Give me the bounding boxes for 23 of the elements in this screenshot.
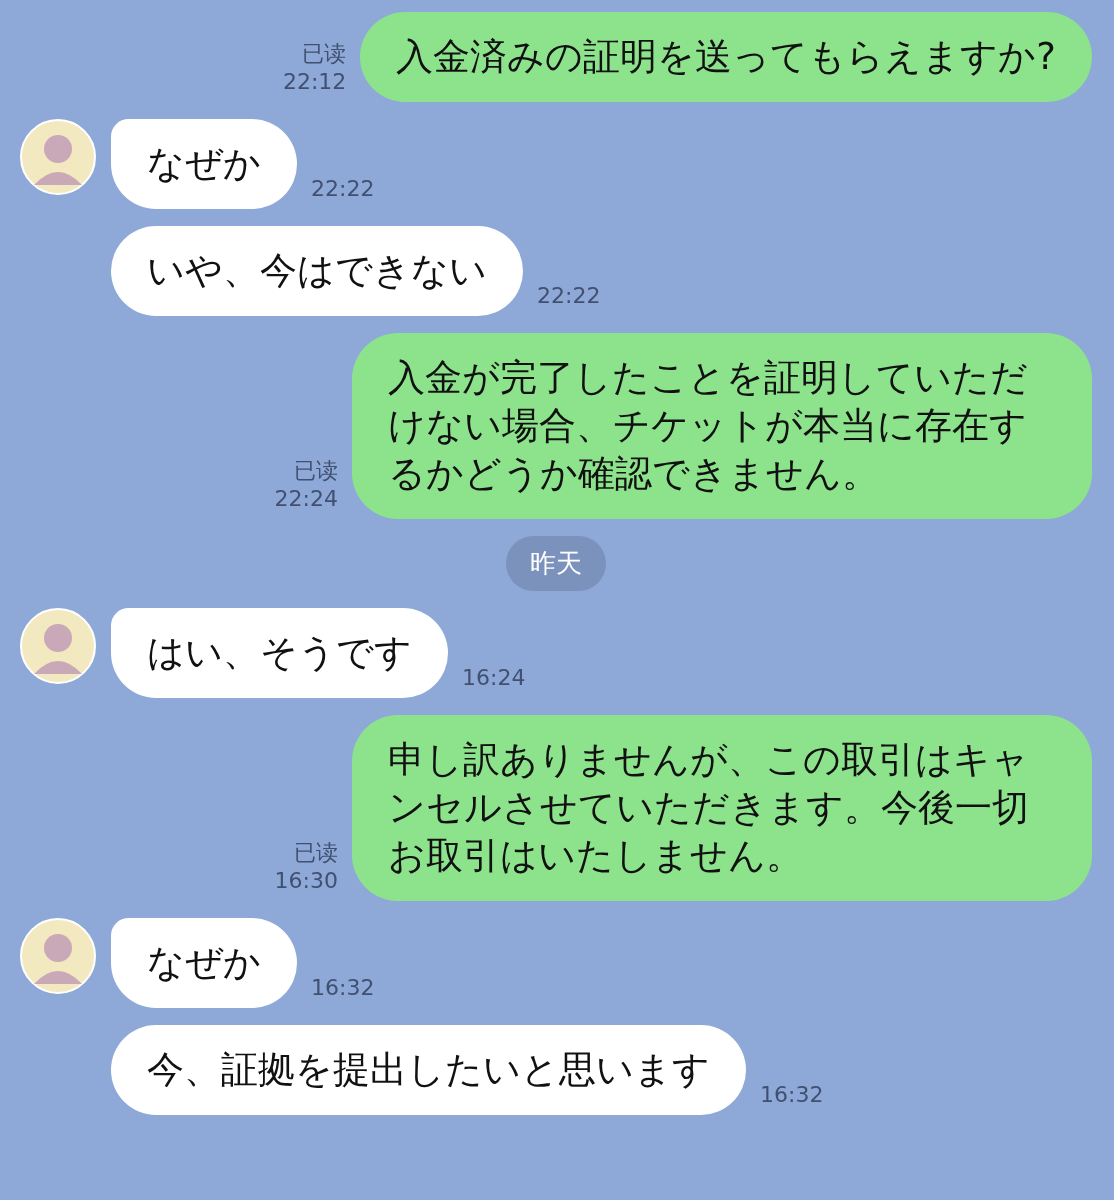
read-receipt: 已读 bbox=[294, 457, 338, 485]
message-time: 22:24 bbox=[274, 485, 338, 513]
message-bubble: いや、今はできない bbox=[111, 226, 523, 316]
message-time: 22:22 bbox=[537, 282, 601, 310]
avatar-icon[interactable] bbox=[20, 918, 96, 994]
message-bubble: 今、証拠を提出したいと思います bbox=[111, 1025, 746, 1115]
message-bubble: 入金済みの証明を送ってもらえますか? bbox=[360, 12, 1092, 102]
message-time: 16:32 bbox=[311, 974, 375, 1002]
message-time: 16:32 bbox=[760, 1081, 824, 1109]
message-bubble: 入金が完了したことを証明していただけない場合、チケットが本当に存在するかどうか確認できません。 bbox=[352, 333, 1092, 519]
message-time: 16:30 bbox=[274, 867, 338, 895]
message-bubble: はい、そうです bbox=[111, 608, 448, 698]
avatar-icon[interactable] bbox=[20, 119, 96, 195]
message-bubble: なぜか bbox=[111, 918, 297, 1008]
message-time: 16:24 bbox=[462, 664, 526, 692]
message-bubble: なぜか bbox=[111, 119, 297, 209]
read-receipt: 已读 bbox=[294, 839, 338, 867]
date-separator: 昨天 bbox=[506, 536, 606, 591]
message-time: 22:22 bbox=[311, 175, 375, 203]
avatar-icon[interactable] bbox=[20, 608, 96, 684]
read-receipt: 已读 bbox=[302, 40, 347, 68]
message-time: 22:12 bbox=[282, 68, 347, 96]
message-bubble: 申し訳ありませんが、この取引はキャンセルさせていただきます。今後一切お取引はいたしません。 bbox=[352, 715, 1092, 901]
